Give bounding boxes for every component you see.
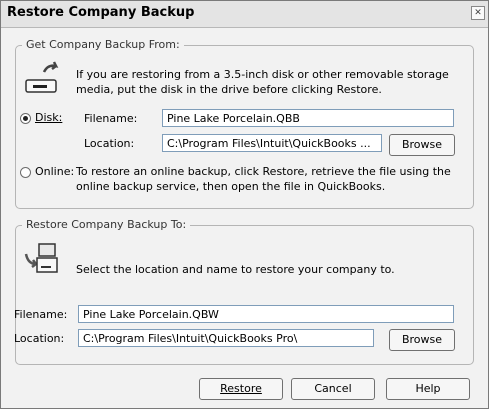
to-filename-field[interactable]: Pine Lake Porcelain.QBW [78,305,454,323]
from-browse-button[interactable]: Browse [389,134,455,156]
to-filename-label: Filename: [14,308,68,321]
cancel-button[interactable]: Cancel [291,378,375,400]
to-browse-button[interactable]: Browse [389,329,455,351]
to-location-label: Location: [14,332,65,345]
from-location-field[interactable]: C:\Program Files\Intuit\QuickBooks ... [162,134,382,152]
get-backup-from-group: Get Company Backup From: If you are rest… [15,38,474,209]
disk-radio[interactable] [20,113,31,124]
restore-button-label: Restore [220,382,262,395]
help-button[interactable]: Help [386,378,470,400]
title-bar: Restore Company Backup ✕ [1,1,488,28]
from-browse-label: Browse [401,138,443,151]
online-radio-label[interactable]: Online: [35,165,74,178]
help-button-label: Help [415,382,441,395]
to-location-field[interactable]: C:\Program Files\Intuit\QuickBooks Pro\ [78,329,374,347]
from-filename-field[interactable]: Pine Lake Porcelain.QBB [162,109,454,127]
disk-radio-label[interactable]: Disk: [35,111,62,124]
restore-backup-dialog: Restore Company Backup ✕ Get Company Bac… [0,0,489,409]
disk-info-line2: media, put the disk in the drive before … [76,83,382,96]
disk-radio-dot [23,116,28,121]
online-info-line1: To restore an online backup, click Resto… [76,165,451,178]
from-filename-label: Filename: [84,112,138,125]
to-browse-label: Browse [401,333,443,346]
restore-to-group: Restore Company Backup To: Select the lo… [14,218,474,365]
window-title: Restore Company Backup [7,5,195,20]
online-radio[interactable] [20,167,31,178]
online-info-line2: online backup service, then open the fil… [76,180,386,193]
close-icon[interactable]: ✕ [471,6,485,20]
from-location-label: Location: [84,137,135,150]
restore-button[interactable]: Restore [199,378,283,400]
removable-disk-icon [25,61,59,93]
get-backup-from-legend: Get Company Backup From: [22,38,184,51]
restore-to-computer-icon [24,243,58,273]
cancel-button-label: Cancel [314,382,352,395]
restore-to-info: Select the location and name to restore … [76,263,395,276]
restore-to-legend: Restore Company Backup To: [22,218,191,231]
disk-info-line1: If you are restoring from a 3.5-inch dis… [76,68,449,81]
